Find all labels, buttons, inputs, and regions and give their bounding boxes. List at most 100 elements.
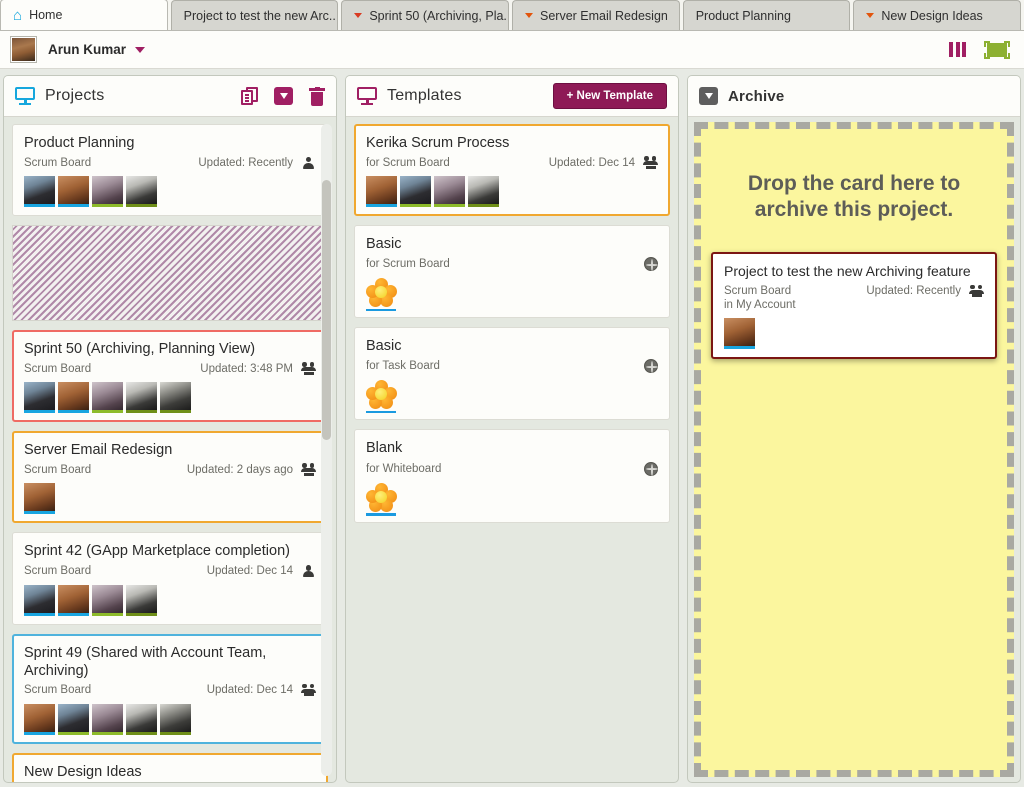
tab-server-email-redesign[interactable]: Server Email Redesign xyxy=(512,0,680,30)
card-updated: Updated: 3:48 PM xyxy=(200,362,293,375)
templates-list: Kerika Scrum Process for Scrum Board Upd… xyxy=(346,117,678,782)
two-people-icon xyxy=(301,683,316,697)
tab-new-design-ideas[interactable]: New Design Ideas xyxy=(853,0,1022,30)
card-meta: for Task Board xyxy=(366,359,658,374)
tab-label: Project to test the new Arc... xyxy=(183,8,339,23)
card-meta: Scrum Board Updated: Recently xyxy=(24,156,316,169)
member-avatar xyxy=(92,703,123,735)
template-card-basic-scrum[interactable]: Basic for Scrum Board xyxy=(354,225,670,319)
tab-label: Home xyxy=(29,8,63,22)
card-title: Sprint 50 (Archiving, Planning View) xyxy=(24,341,256,358)
template-card-basic-task[interactable]: Basic for Task Board xyxy=(354,327,670,421)
member-avatar xyxy=(58,703,89,735)
member-avatar xyxy=(92,382,123,414)
scrollbar-thumb[interactable] xyxy=(322,180,331,440)
templates-panel-header: Templates + New Template xyxy=(346,76,678,117)
two-people-icon xyxy=(301,463,316,476)
archive-panel-header: Archive xyxy=(688,76,1020,117)
card-board-type: Scrum Board xyxy=(24,362,92,375)
archive-body: Drop the card here to archive this proje… xyxy=(688,117,1020,782)
card-board-type: Scrum Board xyxy=(24,684,92,697)
project-card-sprint-42[interactable]: Sprint 42 (GApp Marketplace completion) … xyxy=(12,532,328,625)
dragged-project-card[interactable]: Project to test the new Archiving featur… xyxy=(711,252,997,359)
browser-tab-bar: ⌂ Home Project to test the new Arc... Sp… xyxy=(0,0,1024,31)
member-avatar xyxy=(58,176,89,208)
template-card-kerika-scrum-process[interactable]: Kerika Scrum Process for Scrum Board Upd… xyxy=(354,124,670,217)
card-members xyxy=(24,584,316,616)
tab-sprint-50[interactable]: Sprint 50 (Archiving, Pla... xyxy=(341,0,510,30)
card-title: Server Email Redesign xyxy=(24,442,173,459)
board-icon xyxy=(15,87,35,105)
delete-project-icon[interactable] xyxy=(309,86,325,106)
card-updated: Updated: Dec 14 xyxy=(548,156,635,169)
member-avatar xyxy=(126,584,157,616)
templates-panel-title: Templates xyxy=(387,87,462,104)
card-members xyxy=(366,278,658,312)
archive-project-icon[interactable] xyxy=(274,87,293,105)
card-meta: Scrum Board Updated: Recently xyxy=(724,284,984,298)
tab-label: New Design Ideas xyxy=(881,8,983,23)
card-board-type: Scrum Board xyxy=(724,285,792,298)
card-meta: for Scrum Board Updated: Dec 14 xyxy=(366,156,658,169)
card-board-type: for Whiteboard xyxy=(366,462,442,475)
member-avatar xyxy=(160,382,191,414)
card-board-type: Scrum Board xyxy=(24,463,92,476)
member-avatar xyxy=(24,382,55,414)
archive-panel-title: Archive xyxy=(728,87,785,105)
one-person-icon xyxy=(301,565,316,578)
card-updated: Updated: Dec 14 xyxy=(206,565,293,577)
project-card-sprint-50[interactable]: Sprint 50 (Archiving, Planning View) Scr… xyxy=(12,330,328,423)
projects-scrollbar[interactable] xyxy=(321,124,332,776)
member-avatar xyxy=(400,176,431,208)
view-controls xyxy=(949,40,1010,59)
copy-projects-icon[interactable] xyxy=(241,87,258,105)
project-card-product-planning[interactable]: Product Planning Scrum Board Updated: Re… xyxy=(12,124,328,217)
projects-panel: Projects Product Planning Scrum Board Up… xyxy=(3,75,337,783)
card-title: Kerika Scrum Process xyxy=(366,135,510,151)
user-menu-chevron-down-icon[interactable] xyxy=(135,46,146,53)
card-meta: for Whiteboard xyxy=(366,461,658,476)
fullscreen-icon[interactable] xyxy=(984,40,1010,59)
project-card-new-design-ideas[interactable]: New Design Ideas Task Board Updated: Dec… xyxy=(12,752,328,782)
card-title: Blank xyxy=(366,440,403,457)
chevron-down-icon xyxy=(525,13,534,18)
card-members xyxy=(24,483,316,515)
template-card-blank-whiteboard[interactable]: Blank for Whiteboard xyxy=(354,429,670,523)
card-board-type: Scrum Board xyxy=(24,156,92,169)
member-avatar xyxy=(92,176,123,208)
project-card-sprint-49[interactable]: Sprint 49 (Shared with Account Team, Arc… xyxy=(12,633,328,744)
archive-panel: Archive Drop the card here to archive th… xyxy=(687,75,1021,783)
member-avatar xyxy=(724,317,755,349)
card-members xyxy=(366,176,658,208)
card-board-type: for Task Board xyxy=(366,360,440,373)
globe-icon[interactable] xyxy=(644,461,658,476)
archive-drop-zone[interactable]: Drop the card here to archive this proje… xyxy=(694,122,1014,777)
card-meta: for Scrum Board xyxy=(366,257,658,272)
member-avatar xyxy=(24,703,55,735)
member-avatar xyxy=(366,176,397,208)
card-updated: Updated: 2 days ago xyxy=(186,463,293,476)
tab-product-planning[interactable]: Product Planning xyxy=(682,0,851,30)
card-meta: Scrum Board Updated: 2 days ago xyxy=(24,463,316,476)
card-members xyxy=(24,703,316,735)
tab-label: Product Planning xyxy=(695,8,791,23)
columns-view-icon[interactable] xyxy=(949,42,966,57)
user-toolbar: Arun Kumar xyxy=(0,31,1024,69)
project-card-server-email-redesign[interactable]: Server Email Redesign Scrum Board Update… xyxy=(12,431,328,524)
flower-avatar-icon xyxy=(366,482,397,516)
globe-icon[interactable] xyxy=(644,359,658,374)
flower-avatar-icon xyxy=(366,278,397,312)
tab-project-to-test-archiving[interactable]: Project to test the new Arc... xyxy=(170,0,339,30)
two-people-icon xyxy=(969,284,984,298)
new-template-button[interactable]: + New Template xyxy=(552,83,667,109)
globe-icon[interactable] xyxy=(644,257,658,272)
member-avatar xyxy=(126,703,157,735)
card-meta: Scrum Board Updated: Dec 14 xyxy=(24,683,316,697)
card-title: Basic xyxy=(366,236,402,253)
avatar[interactable] xyxy=(10,36,37,63)
tab-home[interactable]: ⌂ Home xyxy=(0,0,168,30)
one-person-icon xyxy=(301,156,316,169)
card-members xyxy=(366,380,658,414)
card-updated: Updated: Recently xyxy=(866,285,961,298)
avatar-image xyxy=(12,38,35,61)
